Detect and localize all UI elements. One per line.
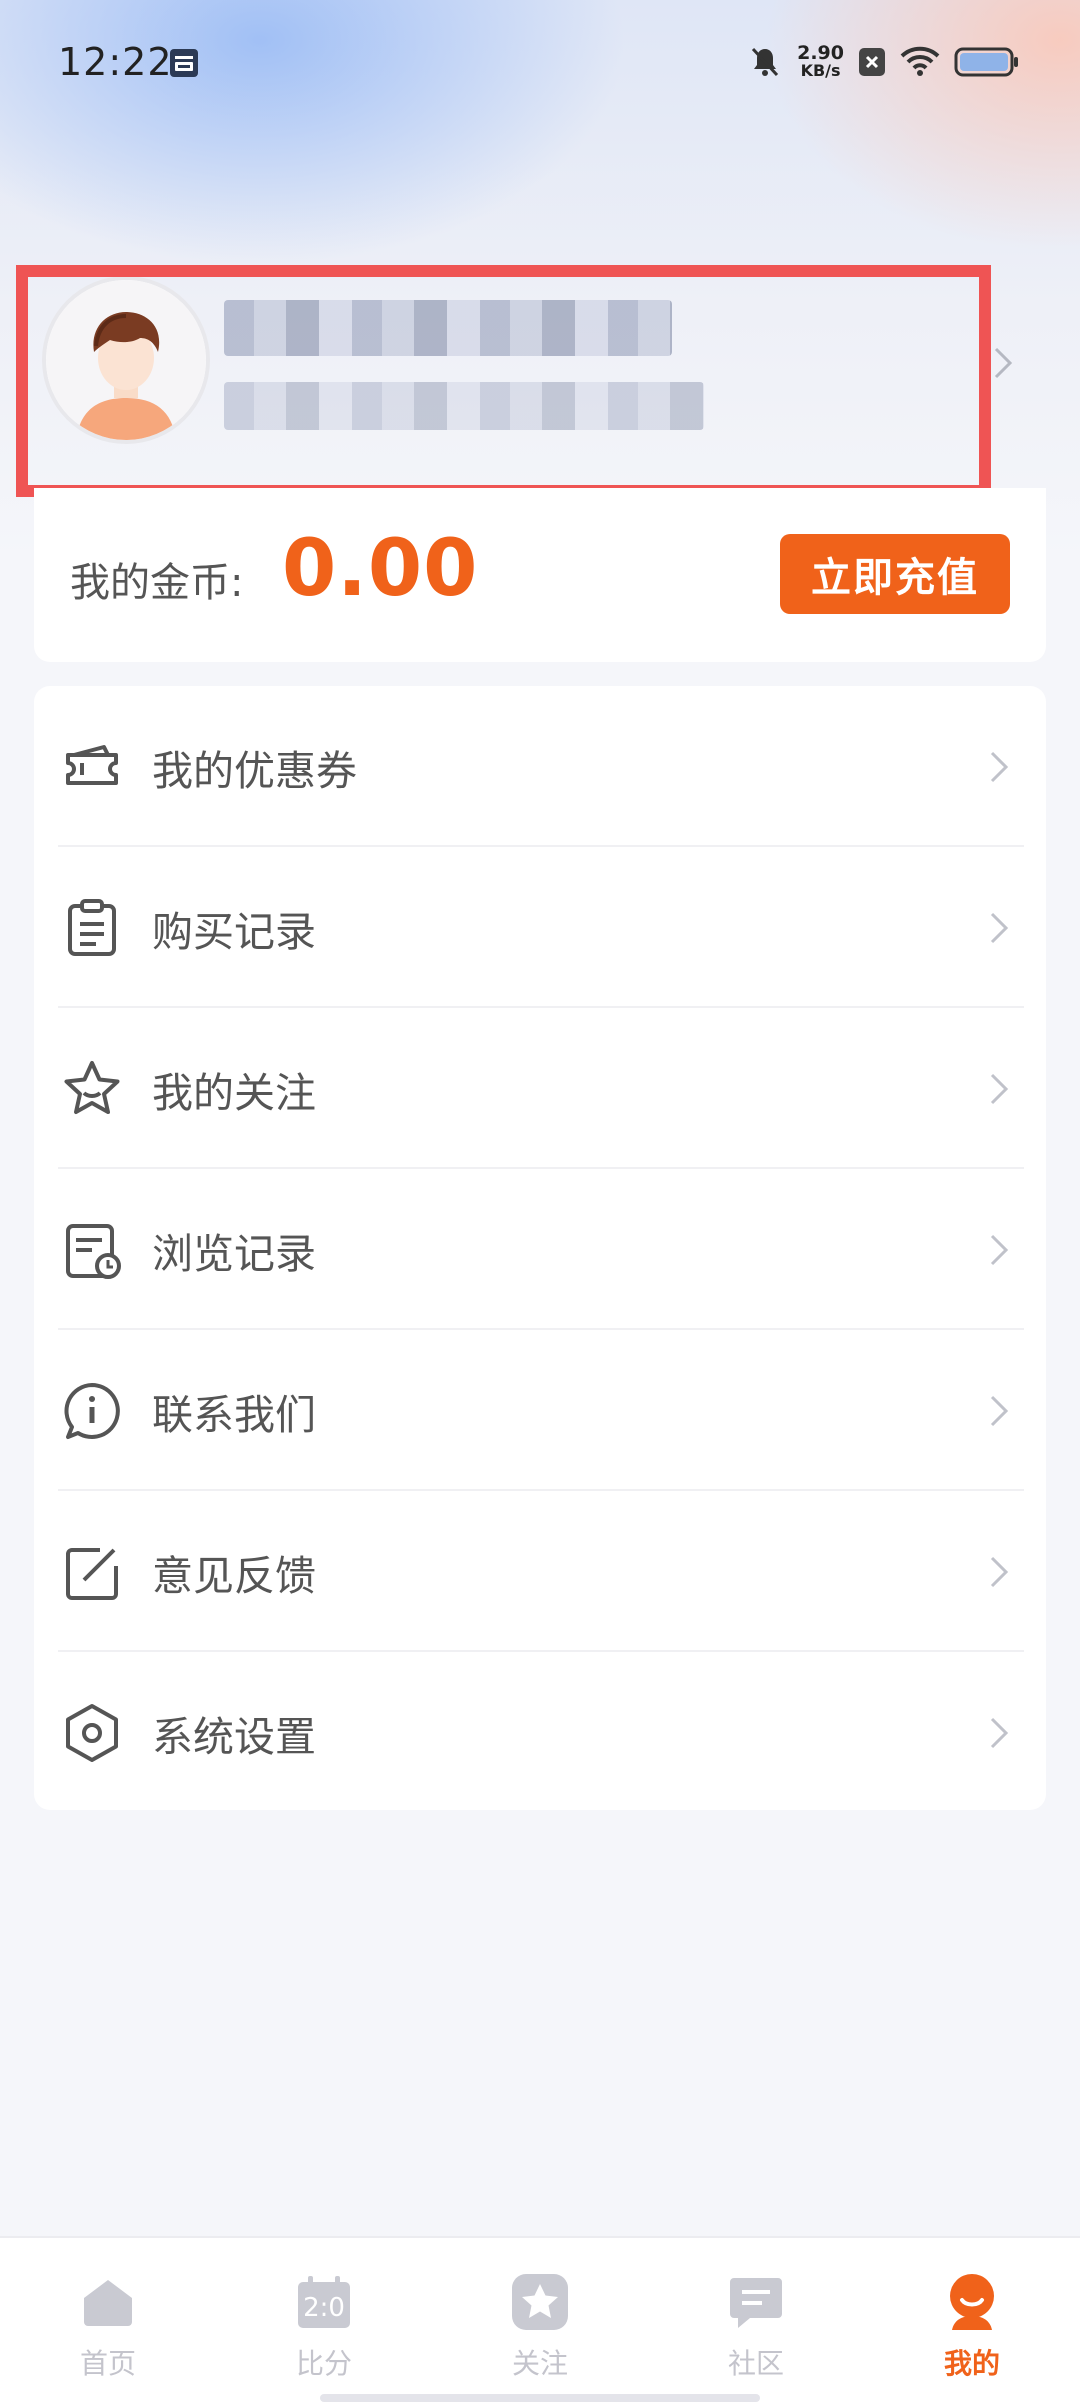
settings-hex-icon [66,1703,118,1762]
status-time: 12:22 [58,40,173,84]
status-bar: 12:22 2.90 KB/s [0,0,1080,120]
menu-label: 购买记录 [152,907,316,956]
edit-icon [66,1547,118,1600]
status-icons: 2.90 KB/s [747,40,1020,84]
calendar-icon [170,49,198,77]
history-icon [66,1223,121,1279]
nav-item-follow[interactable]: 关注 [432,2238,648,2388]
menu-list: 我的优惠券 购买记录 我的关注 浏览记录 联系我们 意见反馈 系统设置 [34,686,1046,1810]
nav-label: 关注 [511,2347,568,2380]
nav-item-home[interactable]: 首页 [0,2238,216,2388]
menu-label: 意见反馈 [152,1551,316,1600]
chevron-right-icon [990,912,1009,943]
chevron-right-icon [990,1234,1009,1265]
coins-label: 我的金币: [70,560,244,606]
coins-value: 0.00 [282,524,479,614]
menu-item-feedback[interactable]: 意见反馈 [34,1491,1046,1652]
avatar[interactable] [46,280,206,440]
nav-item-community[interactable]: 社区 [648,2238,864,2388]
bell-muted-icon [752,47,779,77]
menu-label: 我的关注 [152,1068,316,1117]
recharge-button[interactable]: 立即充值 [780,534,1010,614]
svg-text:2:0: 2:0 [303,2293,345,2323]
menu-item-following[interactable]: 我的关注 [34,1008,1046,1169]
menu-label: 我的优惠券 [152,746,357,795]
chat-icon [730,2278,782,2328]
menu-label: 系统设置 [152,1712,316,1761]
user-avatar-icon [46,280,206,440]
menu-item-purchase-history[interactable]: 购买记录 [34,847,1046,1008]
menu-item-browsing-history[interactable]: 浏览记录 [34,1169,1046,1330]
net-speed-value: 2.90 [797,42,844,64]
home-indicator[interactable] [320,2394,760,2402]
profile-subtitle [224,382,704,430]
chevron-right-icon [990,1073,1009,1104]
wifi-icon [900,46,940,76]
chevron-right-icon [990,751,1009,782]
star-badge-icon [512,2274,568,2330]
nav-label: 社区 [727,2347,784,2380]
menu-item-settings[interactable]: 系统设置 [34,1652,1046,1813]
chevron-right-icon [990,1395,1009,1426]
score-icon: 2:0 [298,2276,350,2328]
bottom-nav: 首页 2:0 比分 关注 社区 我的 [0,2236,1080,2408]
nav-item-mine[interactable]: 我的 [864,2238,1080,2388]
info-chat-icon [64,1382,120,1439]
star-icon [64,1060,120,1114]
chevron-right-icon[interactable] [992,345,1016,381]
home-icon [84,2280,132,2326]
coins-card: 我的金币: 0.00 立即充值 [34,488,1046,662]
profile-name [224,300,672,356]
menu-label: 浏览记录 [152,1229,316,1278]
close-box-icon [859,48,885,76]
ticket-icon [66,744,118,785]
chevron-right-icon [990,1717,1009,1748]
menu-label: 联系我们 [152,1390,316,1439]
battery-icon [954,47,1018,77]
profile-icon [950,2274,994,2330]
menu-item-coupons[interactable]: 我的优惠券 [34,686,1046,847]
nav-label: 比分 [295,2347,352,2380]
nav-label: 我的 [943,2347,1000,2380]
nav-item-score[interactable]: 2:0 比分 [216,2238,432,2388]
nav-label: 首页 [79,2347,136,2380]
net-speed-unit: KB/s [800,61,841,80]
menu-item-contact-us[interactable]: 联系我们 [34,1330,1046,1491]
clipboard-icon [68,898,116,956]
net-speed: 2.90 KB/s [797,44,844,80]
chevron-right-icon [990,1556,1009,1587]
